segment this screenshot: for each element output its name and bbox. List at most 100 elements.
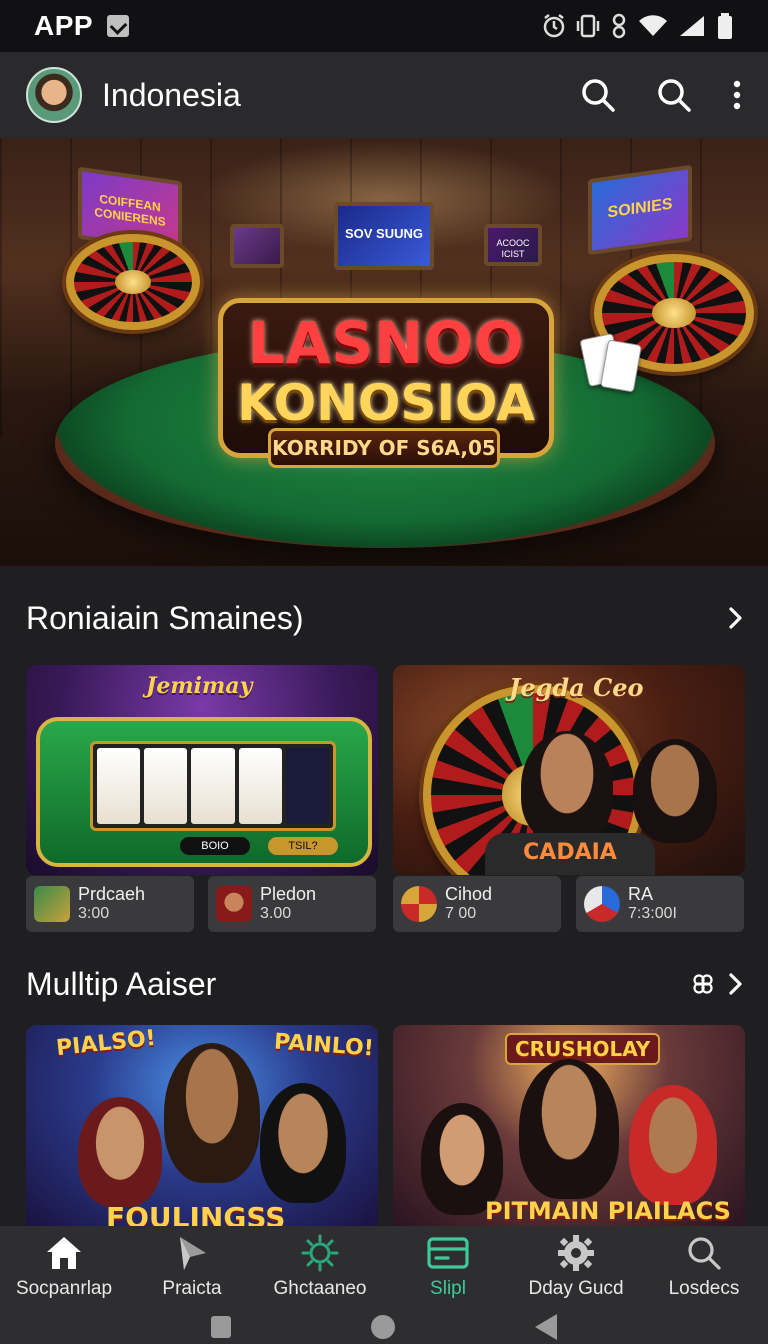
player-portrait (519, 1059, 619, 1199)
app-bar: Indonesia (0, 52, 768, 138)
nav-label: Praicta (162, 1278, 222, 1299)
chip-name: Pledon (260, 884, 317, 904)
slot-reel (285, 748, 330, 824)
mp-bottom-text: PITMAIN PIAILACS (485, 1197, 731, 1225)
slot-button-left: BOIO (180, 837, 250, 855)
chevron-right-icon[interactable] (728, 607, 742, 629)
status-app-label: APP (34, 10, 94, 41)
more-vert-icon[interactable] (732, 80, 742, 110)
system-navigation (0, 1310, 768, 1344)
chevron-right-icon[interactable] (728, 973, 742, 995)
hero-screen-3-label: SOINIES (607, 195, 673, 222)
player-portrait (521, 731, 613, 843)
home-icon (47, 1237, 81, 1269)
hero-title-line2: KONOSIOA (237, 374, 535, 432)
chip-time: 7:3:00I (628, 905, 677, 922)
slot-reel (238, 748, 282, 824)
search-icon[interactable] (580, 77, 616, 113)
game-chip[interactable]: Cihod 7 00 (393, 876, 561, 932)
hero-screen-3: SOINIES (588, 164, 692, 256)
chip-name: Cihod (445, 884, 493, 904)
multiplayer-card-left[interactable]: PIALSO! PAINLO! FOULINGSS (26, 1025, 378, 1227)
section-title: Roniaiain Smaines) (26, 599, 304, 636)
slot-machine: BOIO TSIL? (36, 717, 372, 867)
avatar[interactable] (26, 67, 82, 123)
shirt-text: CADAIA (523, 840, 617, 865)
search-icon[interactable] (656, 77, 692, 113)
hero-screen-2-label: SOV SUUNG (344, 226, 423, 241)
slot-reel (144, 748, 188, 824)
play-icon (180, 1237, 206, 1270)
game-card-banner: Jemimay (146, 673, 253, 699)
section-header-2: Mulltip Aaiser (26, 962, 742, 1006)
hero-screen-2: SOV SUUNG (334, 202, 434, 270)
mp-banner-left: PIALSO! (54, 1025, 157, 1062)
roulette-wheel-left (66, 234, 200, 330)
game-thumbnail-icon (216, 886, 252, 922)
recents-button[interactable] (211, 1316, 231, 1338)
hero-screen-1-label: COIFFEAN CONIERENS (94, 191, 166, 230)
clover-icon[interactable] (692, 973, 714, 995)
vibrate-icon (576, 14, 600, 38)
nav-label: Dday Gucd (528, 1278, 624, 1299)
game-thumbnail-icon (584, 886, 620, 922)
search-icon (688, 1237, 721, 1270)
status-bar: APP (0, 0, 768, 52)
mp-bottom-text: FOULINGSS (106, 1201, 286, 1227)
game-chip[interactable]: Prdcaeh 3:00 (26, 876, 194, 932)
player-portrait (164, 1043, 260, 1183)
sun-icon (301, 1234, 339, 1272)
nav-item-home[interactable]: Socpanrlap (0, 1226, 128, 1310)
game-card-roulette[interactable]: Jegda Ceo CADAIA (393, 665, 745, 875)
nav-item-wallet[interactable]: Slipl (384, 1226, 512, 1310)
slot-reel (191, 748, 235, 824)
player-shirt: CADAIA (485, 833, 655, 875)
check-icon (107, 15, 130, 37)
signal-icon (680, 16, 704, 36)
sync-icon (612, 13, 626, 39)
wallet-icon (427, 1237, 469, 1269)
nav-item-sun[interactable]: Ghctaaneo (256, 1226, 384, 1310)
player-portrait (633, 739, 717, 843)
hero-subtitle-ribbon: KORRIDY OF S6A,05 (268, 428, 500, 468)
game-chip[interactable]: RA 7:3:00I (576, 876, 744, 932)
hero-screen-4-label: ACOOC ICIST (496, 238, 530, 259)
multiplayer-card-right[interactable]: CRUSHOLAY PITMAIN PIAILACS (393, 1025, 745, 1227)
game-card-banner: Jegda Ceo (509, 673, 644, 702)
chip-time: 3:00 (78, 905, 110, 922)
game-card-slot[interactable]: Jemimay BOIO TSIL? (26, 665, 378, 875)
home-button[interactable] (371, 1315, 395, 1339)
player-portrait (629, 1085, 717, 1205)
nav-label: Ghctaaneo (273, 1278, 367, 1299)
slot-reels (90, 741, 336, 831)
hero-screen-5 (230, 224, 284, 268)
nav-label: Slipl (430, 1278, 466, 1299)
nav-item-settings[interactable]: Dday Gucd (512, 1226, 640, 1310)
gear-icon (558, 1235, 594, 1271)
chip-time: 3.00 (260, 905, 292, 922)
game-thumbnail-icon (401, 886, 437, 922)
nav-label: Socpanrlap (15, 1278, 113, 1299)
slot-button-right: TSIL? (268, 837, 338, 855)
slot-reel (97, 748, 141, 824)
battery-icon (718, 13, 732, 39)
chip-name: RA (628, 884, 654, 904)
player-portrait (78, 1097, 162, 1207)
nav-item-play[interactable]: Praicta (128, 1226, 256, 1310)
back-button[interactable] (535, 1314, 557, 1340)
nav-item-search[interactable]: Losdecs (640, 1226, 768, 1310)
hero-screen-4: ACOOC ICIST (484, 224, 542, 266)
section-title: Mulltip Aaiser (26, 965, 217, 1002)
hero-banner[interactable]: COIFFEAN CONIERENS SOV SUUNG SOINIES ACO… (0, 138, 768, 566)
bottom-navigation: Socpanrlap Praicta Ghctaaneo Slipl Dday … (0, 1226, 768, 1344)
nav-label: Losdecs (668, 1278, 740, 1299)
wifi-icon (639, 15, 667, 37)
chip-name: Prdcaeh (78, 884, 146, 904)
game-chip[interactable]: Pledon 3.00 (208, 876, 376, 932)
section-header-1: Roniaiain Smaines) (26, 596, 742, 640)
page-title: Indonesia (102, 76, 241, 113)
hero-title-line1: LASNOO (247, 309, 525, 377)
alarm-icon (543, 14, 565, 38)
mp-banner-right: PAINLO! (273, 1029, 375, 1062)
game-thumbnail-icon (34, 886, 70, 922)
